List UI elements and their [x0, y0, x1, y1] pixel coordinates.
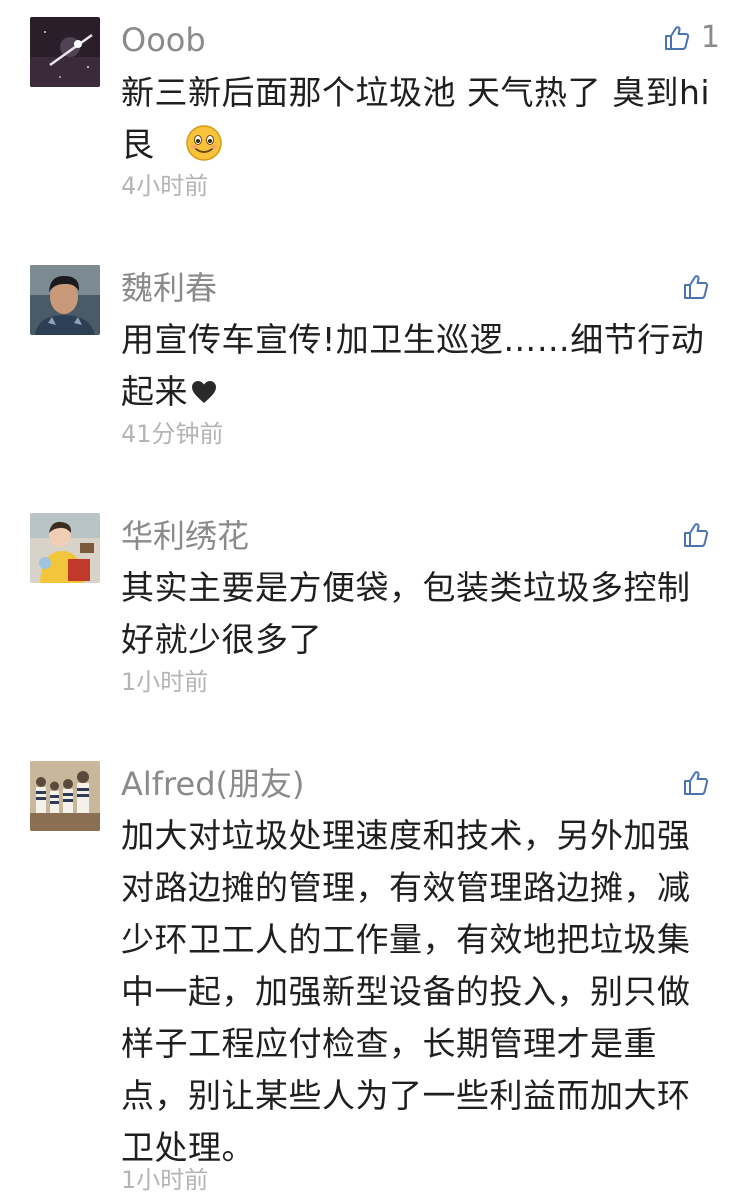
- comment-text: 其实主要是方便袋，包装类垃圾多控制好就少很多了: [121, 568, 691, 659]
- like-button[interactable]: 1: [663, 18, 720, 58]
- black-heart-emoji-icon: [192, 381, 216, 403]
- comment-text: 新三新后面那个垃圾池 天气热了 臭到hi艮: [121, 67, 711, 171]
- thumbs-up-icon: [664, 26, 690, 50]
- figurines-avatar-icon: [30, 761, 100, 831]
- like-button[interactable]: [682, 763, 720, 803]
- comment-text: 加大对垃圾处理速度和技术，另外加强对路边摊的管理，有效管理路边摊，减少环卫工人的…: [121, 816, 691, 1167]
- smiling-face-emoji-icon: [185, 125, 222, 161]
- like-button[interactable]: [682, 267, 720, 307]
- comment-time: 4小时前: [121, 172, 209, 200]
- comment-time: 1小时前: [121, 1166, 209, 1194]
- comment-time: 41分钟前: [121, 420, 224, 448]
- comment-text: 用宣传车宣传!加卫生巡逻……细节行动起来: [121, 314, 711, 418]
- avatar[interactable]: [30, 17, 100, 87]
- like-count: 1: [700, 20, 720, 55]
- commenter-name[interactable]: Alfred(朋友): [121, 764, 304, 804]
- thumbs-up-icon: [684, 523, 709, 547]
- avatar[interactable]: [30, 761, 100, 831]
- avatar[interactable]: [30, 265, 100, 335]
- man-portrait-avatar-icon: [30, 265, 100, 335]
- comment-time: 1小时前: [121, 668, 209, 696]
- avatar[interactable]: [30, 513, 100, 583]
- thumbs-up-icon: [684, 771, 709, 795]
- night-sky-avatar-icon: [30, 17, 100, 87]
- commenter-name[interactable]: Ooob: [121, 20, 206, 60]
- like-button[interactable]: [682, 515, 720, 555]
- child-photo-avatar-icon: [30, 513, 100, 583]
- thumbs-up-icon: [684, 275, 709, 299]
- commenter-name[interactable]: 华利绣花: [121, 516, 249, 556]
- commenter-name[interactable]: 魏利春: [121, 268, 217, 308]
